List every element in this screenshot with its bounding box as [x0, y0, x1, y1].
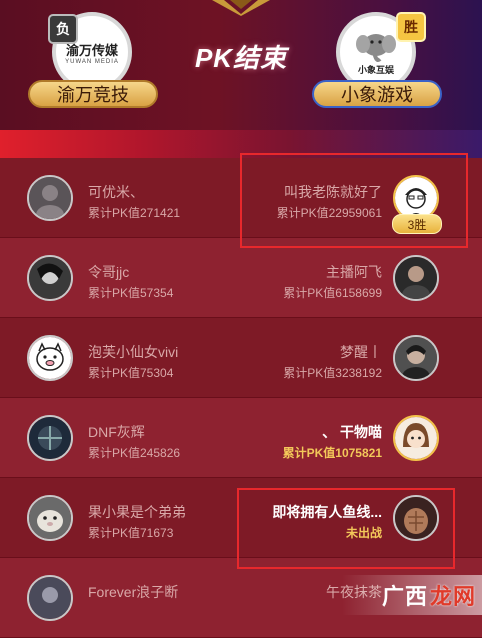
matchup-row: 令哥jjc 累计PK值57354 主播阿飞 累计PK值6158699 [0, 238, 482, 318]
left-streamer-name[interactable]: 可优米、 [88, 182, 144, 202]
elephant-icon [356, 33, 396, 62]
right-team-name: 小象游戏 [312, 80, 442, 108]
highlight-frame [237, 488, 455, 569]
avatar[interactable] [393, 415, 439, 461]
lose-badge: 负 [48, 14, 78, 44]
matchup-row: DNF灰辉 累计PK值245826 、 干物喵 累计PK值1075821 [0, 398, 482, 478]
left-streamer-name[interactable]: DNF灰辉 [88, 422, 145, 442]
left-team-name: 渝万竞技 [28, 80, 158, 108]
avatar[interactable] [27, 335, 73, 381]
page-title: PK结束 [194, 43, 288, 73]
avatar[interactable] [393, 335, 439, 381]
win-badge: 胜 [396, 12, 426, 42]
right-streamer-name[interactable]: 、 干物喵 [322, 422, 382, 442]
right-team: 小象互娱 胜 小象游戏 [312, 8, 442, 118]
left-pk-value: 累计PK值75304 [88, 366, 174, 380]
right-pk-value: 累计PK值3238192 [283, 366, 382, 380]
pk-header: 渝万传媒 YUWAN MEDIA 负 渝万竞技 PK结束 小象互娱 胜 小象游戏 [0, 0, 482, 130]
site-watermark: 广西 龙网 [342, 575, 482, 615]
right-pk-value: 累计PK值1075821 [282, 446, 382, 460]
right-pk-value: 累计PK值6158699 [283, 286, 382, 300]
highlight-frame [240, 153, 468, 248]
left-streamer-name[interactable]: 泡芙小仙女vivi [88, 342, 178, 362]
avatar[interactable] [27, 495, 73, 541]
left-pk-value: 累计PK值57354 [88, 286, 174, 300]
left-pk-value: 累计PK值271421 [88, 206, 181, 220]
matchup-row: 泡芙小仙女vivi 累计PK值75304 梦醒丨 累计PK值3238192 [0, 318, 482, 398]
crown-decoration-icon [212, 0, 270, 16]
avatar[interactable] [27, 255, 73, 301]
avatar[interactable] [27, 175, 73, 221]
avatar[interactable] [27, 415, 73, 461]
left-team: 渝万传媒 YUWAN MEDIA 负 渝万竞技 [28, 8, 158, 118]
right-streamer-name[interactable]: 梦醒丨 [340, 342, 382, 362]
right-streamer-name[interactable]: 主播阿飞 [326, 262, 382, 282]
left-streamer-name[interactable]: Forever浪子断 [88, 582, 178, 602]
left-streamer-name[interactable]: 果小果是个弟弟 [88, 502, 186, 522]
avatar[interactable] [27, 575, 73, 621]
left-pk-value: 累计PK值71673 [88, 526, 174, 540]
left-streamer-name[interactable]: 令哥jjc [88, 262, 129, 282]
avatar[interactable] [393, 255, 439, 301]
left-pk-value: 累计PK值245826 [88, 446, 181, 460]
